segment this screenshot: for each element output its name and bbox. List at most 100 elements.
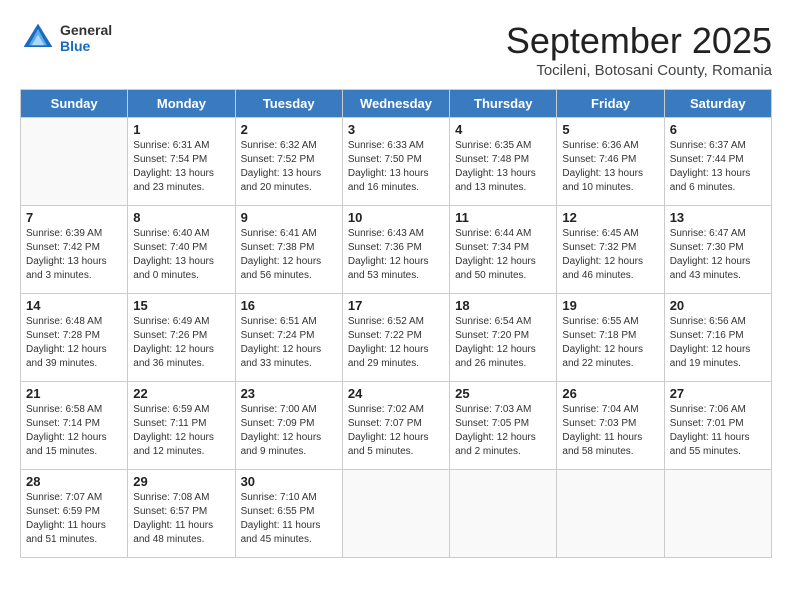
day-info: Sunrise: 6:37 AM Sunset: 7:44 PM Dayligh… bbox=[670, 139, 766, 195]
col-header-friday: Friday bbox=[557, 90, 664, 118]
calendar-cell: 9 Sunrise: 6:41 AM Sunset: 7:38 PM Daylig… bbox=[235, 206, 342, 294]
calendar-cell: 19Sunrise: 6:55 AM Sunset: 7:18 PM Dayli… bbox=[557, 294, 664, 382]
day-info: Sunrise: 7:00 AM Sunset: 7:09 PM Dayligh… bbox=[241, 403, 337, 459]
col-header-sunday: Sunday bbox=[21, 90, 128, 118]
calendar-cell bbox=[450, 470, 557, 558]
calendar-cell: 17 Sunrise: 6:52 AM Sunset: 7:22 PM Dayli… bbox=[342, 294, 449, 382]
calendar-cell: 30 Sunrise: 7:10 AM Sunset: 6:55 PM Dayli… bbox=[235, 470, 342, 558]
calendar-header-row: SundayMondayTuesdayWednesdayThursdayFrid… bbox=[21, 90, 772, 118]
col-header-saturday: Saturday bbox=[664, 90, 771, 118]
calendar-cell: 28 Sunrise: 7:07 AM Sunset: 6:59 PM Dayli… bbox=[21, 470, 128, 558]
day-number: 21 bbox=[26, 386, 122, 401]
day-number: 10 bbox=[348, 210, 444, 225]
calendar-cell: 14Sunrise: 6:48 AM Sunset: 7:28 PM Dayli… bbox=[21, 294, 128, 382]
day-number: 9 bbox=[241, 210, 337, 225]
calendar-cell: 29 Sunrise: 7:08 AM Sunset: 6:57 PM Dayli… bbox=[128, 470, 235, 558]
week-row-4: 21Sunrise: 6:58 AM Sunset: 7:14 PM Dayli… bbox=[21, 382, 772, 470]
day-number: 4 bbox=[455, 122, 551, 137]
calendar-cell: 15 Sunrise: 6:49 AM Sunset: 7:26 PM Dayli… bbox=[128, 294, 235, 382]
day-info: Sunrise: 6:32 AM Sunset: 7:52 PM Dayligh… bbox=[241, 139, 337, 195]
day-number: 14 bbox=[26, 298, 122, 313]
day-info: Sunrise: 6:35 AM Sunset: 7:48 PM Dayligh… bbox=[455, 139, 551, 195]
day-info: Sunrise: 6:31 AM Sunset: 7:54 PM Dayligh… bbox=[133, 139, 229, 195]
calendar-cell bbox=[664, 470, 771, 558]
calendar-cell: 13Sunrise: 6:47 AM Sunset: 7:30 PM Dayli… bbox=[664, 206, 771, 294]
day-info: Sunrise: 6:45 AM Sunset: 7:32 PM Dayligh… bbox=[562, 227, 658, 283]
day-info: Sunrise: 6:56 AM Sunset: 7:16 PM Dayligh… bbox=[670, 315, 766, 371]
calendar-cell: 1Sunrise: 6:31 AM Sunset: 7:54 PM Daylig… bbox=[128, 118, 235, 206]
day-info: Sunrise: 7:10 AM Sunset: 6:55 PM Dayligh… bbox=[241, 491, 337, 547]
logo: General Blue bbox=[20, 20, 112, 56]
calendar-cell: 21Sunrise: 6:58 AM Sunset: 7:14 PM Dayli… bbox=[21, 382, 128, 470]
calendar-cell: 4 Sunrise: 6:35 AM Sunset: 7:48 PM Daylig… bbox=[450, 118, 557, 206]
calendar-cell: 8 Sunrise: 6:40 AM Sunset: 7:40 PM Daylig… bbox=[128, 206, 235, 294]
day-info: Sunrise: 6:39 AM Sunset: 7:42 PM Dayligh… bbox=[26, 227, 122, 283]
calendar-cell: 12 Sunrise: 6:45 AM Sunset: 7:32 PM Dayli… bbox=[557, 206, 664, 294]
calendar-table: SundayMondayTuesdayWednesdayThursdayFrid… bbox=[20, 89, 772, 558]
title-block: September 2025 Tocileni, Botosani County… bbox=[506, 20, 772, 79]
calendar-cell: 23 Sunrise: 7:00 AM Sunset: 7:09 PM Dayli… bbox=[235, 382, 342, 470]
day-info: Sunrise: 6:41 AM Sunset: 7:38 PM Dayligh… bbox=[241, 227, 337, 283]
day-number: 15 bbox=[133, 298, 229, 313]
calendar-cell: 10 Sunrise: 6:43 AM Sunset: 7:36 PM Dayli… bbox=[342, 206, 449, 294]
day-info: Sunrise: 6:33 AM Sunset: 7:50 PM Dayligh… bbox=[348, 139, 444, 195]
calendar-cell: 25 Sunrise: 7:03 AM Sunset: 7:05 PM Dayli… bbox=[450, 382, 557, 470]
logo-icon bbox=[20, 20, 56, 56]
day-info: Sunrise: 7:04 AM Sunset: 7:03 PM Dayligh… bbox=[562, 403, 658, 459]
day-number: 11 bbox=[455, 210, 551, 225]
calendar-cell: 24 Sunrise: 7:02 AM Sunset: 7:07 PM Dayli… bbox=[342, 382, 449, 470]
day-info: Sunrise: 7:07 AM Sunset: 6:59 PM Dayligh… bbox=[26, 491, 122, 547]
day-number: 28 bbox=[26, 474, 122, 489]
calendar-cell bbox=[557, 470, 664, 558]
week-row-1: 1Sunrise: 6:31 AM Sunset: 7:54 PM Daylig… bbox=[21, 118, 772, 206]
day-number: 22 bbox=[133, 386, 229, 401]
day-info: Sunrise: 6:44 AM Sunset: 7:34 PM Dayligh… bbox=[455, 227, 551, 283]
day-info: Sunrise: 6:43 AM Sunset: 7:36 PM Dayligh… bbox=[348, 227, 444, 283]
day-number: 25 bbox=[455, 386, 551, 401]
day-number: 29 bbox=[133, 474, 229, 489]
day-number: 23 bbox=[241, 386, 337, 401]
day-number: 30 bbox=[241, 474, 337, 489]
col-header-monday: Monday bbox=[128, 90, 235, 118]
day-info: Sunrise: 7:03 AM Sunset: 7:05 PM Dayligh… bbox=[455, 403, 551, 459]
page-header: General Blue September 2025 Tocileni, Bo… bbox=[20, 20, 772, 79]
calendar-cell: 18 Sunrise: 6:54 AM Sunset: 7:20 PM Dayli… bbox=[450, 294, 557, 382]
logo-text: General Blue bbox=[60, 22, 112, 54]
day-info: Sunrise: 6:40 AM Sunset: 7:40 PM Dayligh… bbox=[133, 227, 229, 283]
day-info: Sunrise: 7:02 AM Sunset: 7:07 PM Dayligh… bbox=[348, 403, 444, 459]
week-row-5: 28 Sunrise: 7:07 AM Sunset: 6:59 PM Dayli… bbox=[21, 470, 772, 558]
day-number: 27 bbox=[670, 386, 766, 401]
day-number: 12 bbox=[562, 210, 658, 225]
day-number: 17 bbox=[348, 298, 444, 313]
day-number: 3 bbox=[348, 122, 444, 137]
day-info: Sunrise: 6:49 AM Sunset: 7:26 PM Dayligh… bbox=[133, 315, 229, 371]
col-header-thursday: Thursday bbox=[450, 90, 557, 118]
day-info: Sunrise: 6:52 AM Sunset: 7:22 PM Dayligh… bbox=[348, 315, 444, 371]
calendar-cell: 6 Sunrise: 6:37 AM Sunset: 7:44 PM Daylig… bbox=[664, 118, 771, 206]
day-info: Sunrise: 7:06 AM Sunset: 7:01 PM Dayligh… bbox=[670, 403, 766, 459]
calendar-cell: 5Sunrise: 6:36 AM Sunset: 7:46 PM Daylig… bbox=[557, 118, 664, 206]
day-info: Sunrise: 6:51 AM Sunset: 7:24 PM Dayligh… bbox=[241, 315, 337, 371]
day-number: 24 bbox=[348, 386, 444, 401]
calendar-cell: 16 Sunrise: 6:51 AM Sunset: 7:24 PM Dayli… bbox=[235, 294, 342, 382]
day-number: 18 bbox=[455, 298, 551, 313]
day-info: Sunrise: 6:59 AM Sunset: 7:11 PM Dayligh… bbox=[133, 403, 229, 459]
day-number: 5 bbox=[562, 122, 658, 137]
week-row-3: 14Sunrise: 6:48 AM Sunset: 7:28 PM Dayli… bbox=[21, 294, 772, 382]
calendar-cell: 3 Sunrise: 6:33 AM Sunset: 7:50 PM Daylig… bbox=[342, 118, 449, 206]
week-row-2: 7Sunrise: 6:39 AM Sunset: 7:42 PM Daylig… bbox=[21, 206, 772, 294]
calendar-cell: 26 Sunrise: 7:04 AM Sunset: 7:03 PM Dayli… bbox=[557, 382, 664, 470]
day-number: 2 bbox=[241, 122, 337, 137]
calendar-cell: 7Sunrise: 6:39 AM Sunset: 7:42 PM Daylig… bbox=[21, 206, 128, 294]
day-number: 6 bbox=[670, 122, 766, 137]
calendar-cell: 2 Sunrise: 6:32 AM Sunset: 7:52 PM Daylig… bbox=[235, 118, 342, 206]
day-number: 20 bbox=[670, 298, 766, 313]
day-number: 26 bbox=[562, 386, 658, 401]
day-info: Sunrise: 7:08 AM Sunset: 6:57 PM Dayligh… bbox=[133, 491, 229, 547]
day-info: Sunrise: 6:55 AM Sunset: 7:18 PM Dayligh… bbox=[562, 315, 658, 371]
day-number: 16 bbox=[241, 298, 337, 313]
calendar-cell bbox=[342, 470, 449, 558]
day-info: Sunrise: 6:54 AM Sunset: 7:20 PM Dayligh… bbox=[455, 315, 551, 371]
day-number: 8 bbox=[133, 210, 229, 225]
calendar-cell bbox=[21, 118, 128, 206]
